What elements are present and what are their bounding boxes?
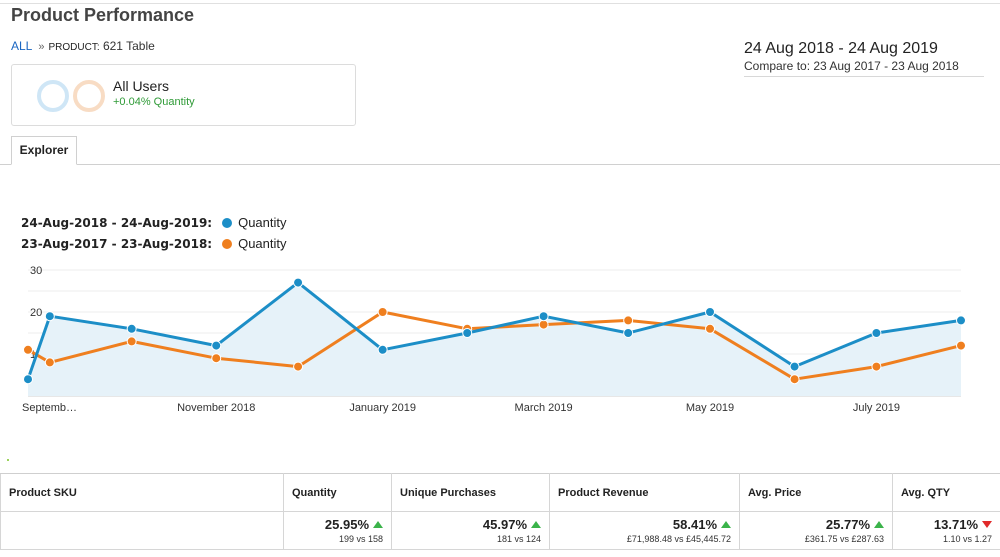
x-tick-label: Septemb…: [22, 402, 77, 414]
data-point: [705, 307, 716, 317]
top-border: [0, 3, 1000, 4]
totals-product-revenue: 58.41% £71,988.48 vs £45,445.72: [549, 511, 740, 550]
data-point: [293, 361, 304, 372]
page-title: Product Performance: [11, 5, 195, 25]
tab-explorer[interactable]: Explorer: [11, 136, 77, 165]
legend-current-metric: Quantity: [238, 215, 287, 230]
totals-quantity: 25.95% 199 vs 158: [283, 511, 392, 550]
series-area-fill: [28, 282, 961, 396]
data-point: [23, 344, 33, 355]
breadcrumb-separator: »: [38, 41, 45, 53]
arrow-up-icon: [874, 521, 884, 528]
totals-avg-price: 25.77% £361.75 vs £287.63: [739, 511, 893, 550]
avg-price-compare: £361.75 vs £287.63: [804, 534, 884, 544]
segment-name: All Users: [113, 78, 170, 94]
unique-purchases-compare: 181 vs 124: [496, 534, 541, 544]
data-point: [44, 357, 55, 368]
breadcrumb: ALL » PRODUCT: 621 Table: [11, 39, 155, 53]
data-point: [956, 340, 966, 351]
data-point: [871, 328, 882, 338]
header-product-revenue[interactable]: Product Revenue: [549, 473, 740, 512]
date-range-compare: Compare to: 23 Aug 2017 - 23 Aug 2018: [744, 59, 959, 73]
arrow-up-icon: [531, 521, 541, 528]
quantity-change: 25.95%: [324, 517, 369, 532]
data-point: [538, 319, 549, 330]
data-point: [44, 311, 55, 322]
header-unique-purchases[interactable]: Unique Purchases: [391, 473, 550, 512]
data-point: [871, 361, 882, 372]
avg-qty-change: 13.71%: [933, 517, 978, 532]
x-tick-label: May 2019: [686, 402, 734, 414]
totals-row: 25.95% 199 vs 158 45.97% 181 vs 124 58.4…: [0, 511, 1000, 550]
breadcrumb-value: 621 Table: [102, 39, 155, 53]
date-range-picker[interactable]: 24 Aug 2018 - 24 Aug 2019 Compare to: 23…: [744, 40, 984, 77]
x-tick-label: July 2019: [853, 402, 900, 414]
arrow-up-icon: [373, 521, 383, 528]
header-avg-qty[interactable]: Avg. QTY: [892, 473, 1000, 512]
legend-previous-range: 23-Aug-2017 - 23-Aug-2018:: [21, 237, 213, 251]
segment-delta: +0.04% Quantity: [113, 96, 195, 108]
data-point: [956, 315, 966, 326]
segment-rings-icon: [37, 80, 105, 112]
totals-unique-purchases: 45.97% 181 vs 124: [391, 511, 550, 550]
tab-bar-line: [0, 164, 1000, 165]
legend-previous-metric: Quantity: [238, 236, 287, 251]
legend-current: 24-Aug-2018 - 24-Aug-2019: Quantity: [21, 215, 287, 230]
legend-previous: 23-Aug-2017 - 23-Aug-2018: Quantity: [21, 236, 287, 251]
data-point: [705, 323, 716, 334]
data-point: [377, 344, 388, 355]
arrow-down-icon: [982, 521, 992, 528]
data-point: [126, 336, 137, 347]
totals-sku-cell: [0, 511, 284, 550]
legend-current-range: 24-Aug-2018 - 24-Aug-2019:: [21, 216, 213, 230]
legend-previous-dot: [222, 239, 233, 249]
header-product-sku[interactable]: Product SKU: [0, 473, 284, 512]
y-tick-label: 20: [30, 307, 42, 319]
date-range-main: 24 Aug 2018 - 24 Aug 2019: [744, 40, 938, 57]
chart-corner-mark: [7, 459, 9, 461]
segment-card[interactable]: All Users +0.04% Quantity: [11, 64, 356, 126]
data-point: [23, 374, 33, 385]
data-point: [293, 277, 304, 288]
header-avg-price[interactable]: Avg. Price: [739, 473, 893, 512]
quantity-compare: 199 vs 158: [338, 534, 383, 544]
breadcrumb-dimension: PRODUCT:: [48, 42, 100, 53]
avg-qty-compare: 1.10 vs 1.27: [942, 534, 992, 544]
data-point: [623, 315, 634, 326]
data-point: [789, 361, 800, 372]
avg-price-change: 25.77%: [825, 517, 870, 532]
header-quantity[interactable]: Quantity: [283, 473, 392, 512]
y-tick-label: 30: [30, 265, 42, 277]
unique-purchases-change: 45.97%: [482, 517, 527, 532]
product-revenue-compare: £71,988.48 vs £45,445.72: [626, 534, 731, 544]
product-revenue-change: 58.41%: [672, 517, 717, 532]
x-tick-label: March 2019: [515, 402, 573, 414]
breadcrumb-all-link[interactable]: ALL: [11, 39, 32, 53]
data-point: [538, 311, 549, 322]
legend-current-dot: [222, 218, 233, 228]
x-tick-label: November 2018: [177, 402, 255, 414]
data-point: [377, 307, 388, 317]
data-point: [126, 323, 137, 334]
totals-avg-qty: 13.71% 1.10 vs 1.27: [892, 511, 1000, 550]
data-point: [462, 328, 473, 338]
data-point: [211, 353, 222, 364]
line-chart[interactable]: 102030Septemb… November 2018 January 2019 M…: [0, 258, 1000, 423]
arrow-up-icon: [721, 521, 731, 528]
data-point: [789, 374, 800, 385]
table-header-row: Product SKU Quantity Unique Purchases Pr…: [0, 473, 1000, 512]
data-table: Product SKU Quantity Unique Purchases Pr…: [0, 473, 1000, 550]
x-tick-label: January 2019: [349, 402, 416, 414]
data-point: [623, 328, 634, 338]
data-point: [211, 340, 222, 351]
